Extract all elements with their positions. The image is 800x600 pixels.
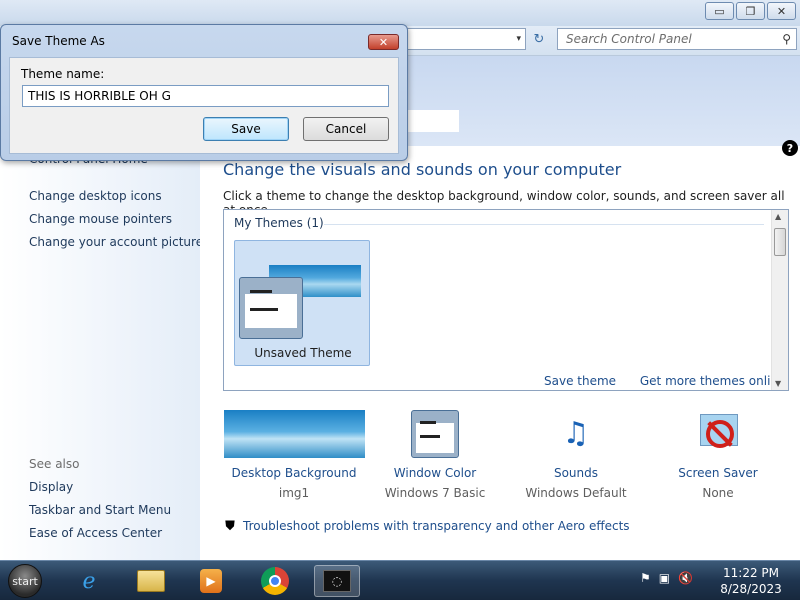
desktop-background-link[interactable]: Desktop Background (223, 466, 365, 480)
taskbar: start ℯ ▶ ◌ ⚑ ▣ 🔇 11:22 PM 8/28/2023 (0, 560, 800, 600)
close-window-button[interactable]: ✕ (767, 2, 796, 20)
thumbnail-body (245, 294, 297, 328)
theme-list-scrollbar[interactable]: ▲ ▼ (771, 210, 788, 390)
start-button[interactable]: start (8, 564, 42, 598)
address-dropdown[interactable]: ▾ (400, 28, 526, 50)
file-explorer-icon[interactable] (128, 565, 174, 597)
network-icon[interactable]: ▣ (659, 571, 670, 585)
search-input[interactable]: Search Control Panel ⚲ (557, 28, 797, 50)
sounds-icon[interactable]: ♫ (552, 410, 600, 458)
sounds-value: Windows Default (525, 486, 627, 500)
theme-window-thumbnail (239, 277, 303, 339)
refresh-icon[interactable]: ↻ (530, 30, 548, 48)
theme-card-unsaved[interactable]: Unsaved Theme (234, 240, 370, 366)
window-color-icon[interactable] (411, 410, 459, 458)
caption-buttons: ▭ ❐ ✕ (705, 2, 796, 20)
media-player-icon[interactable]: ▶ (188, 565, 234, 597)
theme-name-input[interactable]: THIS IS HORRIBLE OH G (22, 85, 389, 107)
save-button[interactable]: Save (203, 117, 289, 141)
help-icon[interactable]: ? (782, 140, 798, 156)
sidebar-item-desktop-icons[interactable]: Change desktop icons (29, 189, 162, 203)
volume-muted-icon[interactable]: 🔇 (678, 571, 693, 585)
see-also-heading: See also (29, 457, 80, 471)
scroll-up-icon[interactable]: ▲ (775, 212, 781, 221)
screen-saver-icon[interactable] (694, 410, 742, 458)
theme-links: Save theme Get more themes online (544, 374, 800, 388)
internet-explorer-icon[interactable]: ℯ (66, 565, 112, 597)
see-also-ease-of-access[interactable]: Ease of Access Center (29, 526, 162, 540)
thumbnail-titlebar (250, 290, 272, 293)
troubleshoot-row: ⛊ Troubleshoot problems with transparenc… (223, 518, 630, 534)
flag-icon[interactable]: ⚑ (640, 571, 651, 585)
sidebar (0, 146, 200, 560)
desktop-background-item[interactable]: Desktop Background img1 (223, 410, 365, 500)
dialog-body: Theme name: THIS IS HORRIBLE OH G Save C… (9, 57, 399, 154)
desktop-background-icon[interactable] (223, 410, 365, 458)
screen-saver-link[interactable]: Screen Saver (672, 466, 764, 480)
minimize-button[interactable]: ▭ (705, 2, 734, 20)
theme-name-label: Theme name: (21, 67, 105, 81)
maximize-button[interactable]: ❐ (736, 2, 765, 20)
thumbnail-line (250, 308, 278, 311)
dialog-close-button[interactable]: ✕ (368, 34, 399, 50)
see-also-taskbar[interactable]: Taskbar and Start Menu (29, 503, 171, 517)
theme-list: My Themes (1) Unsaved Theme Save theme G… (223, 209, 789, 391)
screen-saver-value: None (702, 486, 734, 500)
chrome-icon[interactable] (252, 565, 298, 597)
shield-icon: ⛊ (225, 518, 235, 534)
sidebar-item-mouse-pointers[interactable]: Change mouse pointers (29, 212, 172, 226)
save-theme-link[interactable]: Save theme (544, 374, 616, 388)
system-tray: ⚑ ▣ 🔇 (640, 571, 693, 585)
sounds-item[interactable]: ♫ Sounds Windows Default (520, 410, 632, 500)
search-placeholder: Search Control Panel (566, 32, 692, 46)
cancel-button[interactable]: Cancel (303, 117, 389, 141)
window-color-item[interactable]: Window Color Windows 7 Basic (380, 410, 490, 500)
save-theme-dialog: Save Theme As ✕ Theme name: THIS IS HORR… (0, 24, 408, 161)
scroll-down-icon[interactable]: ▼ (775, 379, 781, 388)
screen-saver-item[interactable]: Screen Saver None (672, 410, 764, 500)
dialog-title: Save Theme As (12, 34, 105, 48)
search-icon[interactable]: ⚲ (782, 32, 791, 46)
sidebar-item-account-picture[interactable]: Change your account picture (29, 235, 203, 249)
troubleshoot-link[interactable]: Troubleshoot problems with transparency … (243, 519, 630, 533)
group-divider (324, 224, 764, 225)
window-color-value: Windows 7 Basic (384, 486, 486, 500)
theme-card-label: Unsaved Theme (254, 346, 352, 360)
window-color-link[interactable]: Window Color (380, 466, 490, 480)
desktop-background-value: img1 (278, 486, 310, 500)
see-also-display[interactable]: Display (29, 480, 73, 494)
clock-time: 11:22 PM (723, 566, 779, 580)
scroll-thumb[interactable] (774, 228, 786, 256)
personalization-taskbar-icon[interactable]: ◌ (314, 565, 360, 597)
page-title: Change the visuals and sounds on your co… (223, 160, 622, 179)
title-bar: ▭ ❐ ✕ (0, 0, 800, 26)
get-more-themes-link[interactable]: Get more themes online (640, 374, 786, 388)
clock[interactable]: 11:22 PM 8/28/2023 (716, 565, 786, 597)
sounds-link[interactable]: Sounds (520, 466, 632, 480)
my-themes-heading: My Themes (1) (234, 216, 324, 230)
clock-date: 8/28/2023 (720, 582, 782, 596)
